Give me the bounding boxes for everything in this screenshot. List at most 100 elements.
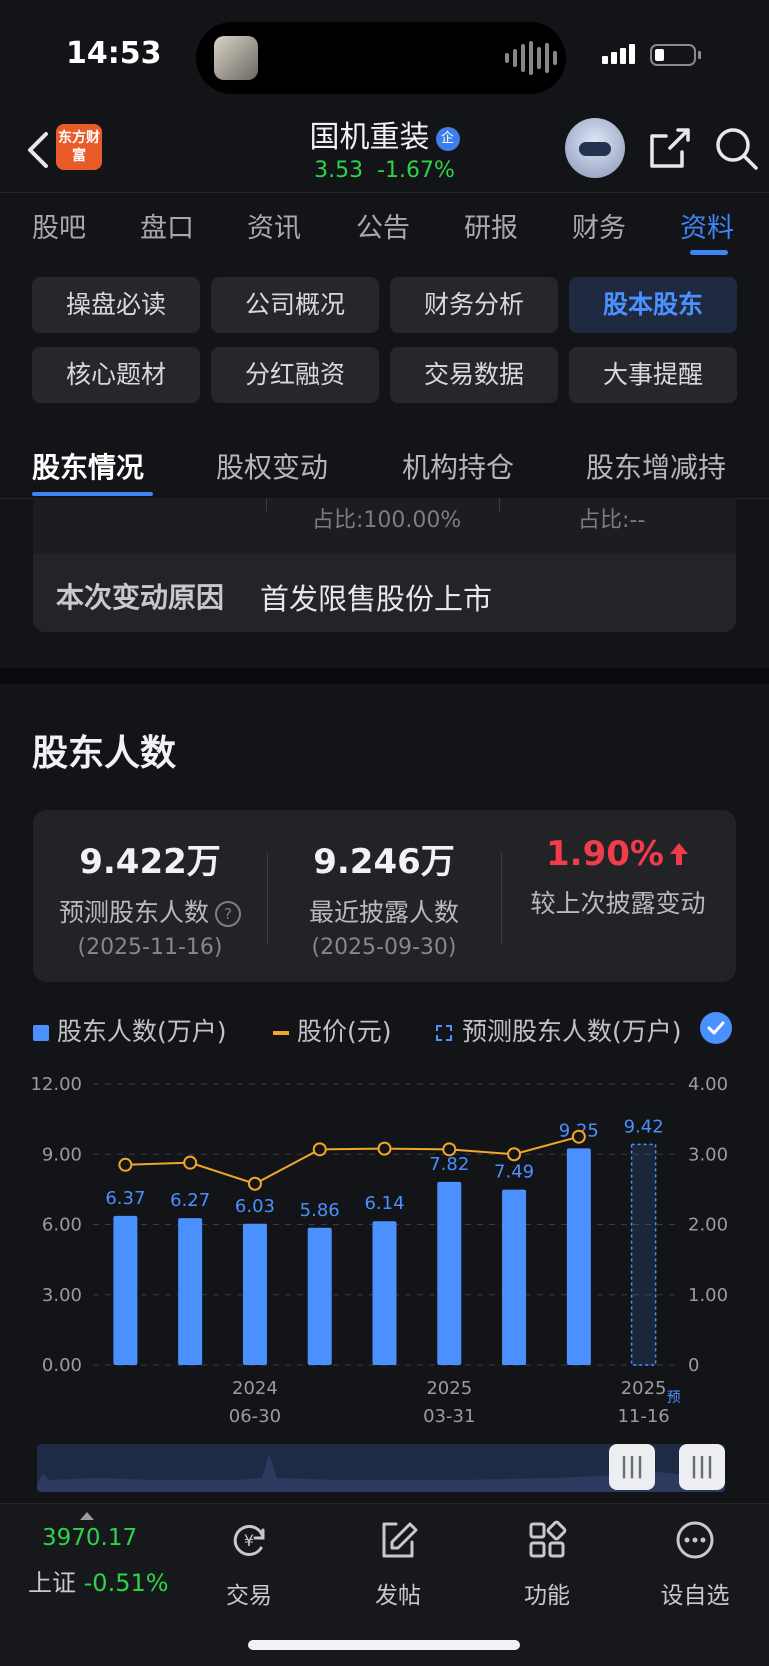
nav-functions-label: 功能 — [524, 1583, 570, 1609]
subtab-equity-changes[interactable]: 股权变动 — [216, 446, 328, 486]
legend-forecast-swatch — [436, 1025, 452, 1041]
index-value[interactable]: 3970.17 — [42, 1525, 137, 1551]
bar-value-label: 6.27 — [170, 1190, 210, 1211]
tab-pankou[interactable]: 盘口 — [140, 206, 194, 245]
share-icon[interactable] — [648, 126, 692, 170]
stock-name: 国机重装 — [309, 120, 430, 155]
index-quote[interactable]: 上证 -0.51% — [28, 1563, 169, 1598]
tab-profile[interactable]: 资料 — [680, 206, 734, 245]
battery-icon — [650, 44, 696, 66]
btn-core-themes[interactable]: 核心题材 — [32, 347, 200, 403]
subtab-shareholders[interactable]: 股东情况 — [32, 446, 144, 486]
price-point — [571, 1129, 586, 1144]
grid-apps-icon — [529, 1520, 567, 1558]
stat-latest: 9.246万 最近披露人数 (2025-09-30) — [267, 810, 501, 960]
stock-change: -1.67% — [377, 158, 455, 183]
expand-caret-icon[interactable] — [80, 1512, 94, 1520]
y-tick-right: 0 — [688, 1355, 699, 1376]
svg-text:¥: ¥ — [244, 1531, 254, 1550]
nav-trade-label: 交易 — [226, 1583, 272, 1609]
ai-assistant-icon[interactable] — [565, 118, 625, 178]
btn-dividends[interactable]: 分红融资 — [211, 347, 379, 403]
bar-value-label: 7.82 — [429, 1154, 469, 1175]
btn-financial-analysis[interactable]: 财务分析 — [390, 277, 558, 333]
shareholder-bar — [566, 1148, 591, 1365]
forecast-bar — [630, 1143, 657, 1366]
nav-watchlist[interactable]: 设自选 — [635, 1518, 755, 1610]
legend-bars[interactable]: 股东人数(万户) — [33, 1012, 227, 1048]
bar-value-label: 6.14 — [364, 1193, 404, 1214]
stat-forecast: 9.422万 预测股东人数? (2025-11-16) — [33, 810, 267, 960]
stat-label: 较上次披露变动 — [530, 889, 706, 918]
stat-change: 1.90% 较上次披露变动 — [501, 810, 735, 920]
checkmark-icon[interactable] — [700, 1012, 732, 1044]
nav-watchlist-label: 设自选 — [660, 1583, 730, 1609]
help-icon[interactable]: ? — [215, 901, 241, 927]
price-point — [118, 1157, 133, 1172]
main-tabs: 股吧 盘口 资讯 公告 研报 财务 资料 — [0, 206, 769, 262]
btn-share-capital[interactable]: 股本股东 — [569, 277, 737, 333]
stock-price: 3.53 — [314, 158, 364, 183]
y-tick-right: 4.00 — [688, 1074, 728, 1095]
home-indicator — [248, 1640, 520, 1650]
btn-trading-guide[interactable]: 操盘必读 — [32, 277, 200, 333]
change-reason-text: 首发限售股份上市 — [260, 582, 493, 616]
range-start-handle[interactable]: ||| — [609, 1444, 655, 1490]
tab-news[interactable]: 资讯 — [247, 206, 301, 245]
nav-trade[interactable]: ¥ 交易 — [189, 1518, 309, 1610]
cellular-signal-icon — [602, 44, 635, 64]
nav-post[interactable]: 发帖 — [338, 1518, 458, 1610]
btn-trading-data[interactable]: 交易数据 — [390, 347, 558, 403]
x-label-year: 2025 — [426, 1378, 472, 1399]
price-point — [377, 1141, 392, 1156]
bar-value-label: 6.03 — [235, 1196, 275, 1217]
header-divider — [0, 192, 769, 193]
stat-date: (2025-11-16) — [77, 935, 223, 960]
tab-active-indicator — [690, 250, 728, 255]
price-point — [312, 1142, 327, 1157]
legend-bars-swatch — [33, 1025, 49, 1041]
tab-guba[interactable]: 股吧 — [32, 206, 86, 245]
edit-icon — [382, 1522, 418, 1558]
x-label-date: 03-31 — [423, 1406, 475, 1427]
legend-line[interactable]: 股价(元) — [273, 1012, 392, 1048]
y-tick-left: 0.00 — [42, 1355, 82, 1376]
enterprise-badge: 企 — [435, 126, 460, 151]
y-tick-left: 9.00 — [42, 1144, 82, 1165]
tab-announcements[interactable]: 公告 — [356, 206, 410, 245]
subtab-holdings-changes[interactable]: 股东增减持 — [586, 446, 726, 486]
shareholder-bar — [113, 1215, 138, 1365]
range-end-handle[interactable]: ||| — [679, 1444, 725, 1490]
y-tick-left: 6.00 — [42, 1215, 82, 1236]
nav-functions[interactable]: 功能 — [487, 1518, 607, 1610]
btn-company-overview[interactable]: 公司概况 — [211, 277, 379, 333]
nav-post-label: 发帖 — [375, 1583, 421, 1609]
more-circle-icon — [676, 1521, 714, 1559]
shareholder-stats-card: 9.422万 预测股东人数? (2025-11-16) 9.246万 最近披露人… — [33, 810, 736, 982]
stat-value: 9.422万 — [79, 842, 221, 882]
bar-value-label: 7.49 — [494, 1162, 534, 1183]
price-point — [183, 1155, 198, 1170]
y-tick-right: 3.00 — [688, 1144, 728, 1165]
tab-research[interactable]: 研报 — [464, 206, 518, 245]
x-label-year: 2025 — [621, 1378, 667, 1399]
status-time: 14:53 — [66, 36, 162, 71]
shareholder-bar — [178, 1218, 203, 1365]
y-tick-right: 1.00 — [688, 1285, 728, 1306]
stat-label: 最近披露人数 — [308, 898, 459, 927]
subtab-institutions[interactable]: 机构持仓 — [402, 446, 514, 486]
y-tick-left: 12.00 — [30, 1074, 82, 1095]
bar-value-label: 6.37 — [105, 1188, 145, 1209]
search-icon[interactable] — [712, 124, 760, 172]
stat-label: 预测股东人数? — [33, 893, 267, 929]
legend-forecast[interactable]: 预测股东人数(万户) — [436, 1012, 682, 1048]
y-tick-left: 3.00 — [42, 1285, 82, 1306]
btn-event-reminders[interactable]: 大事提醒 — [569, 347, 737, 403]
tab-finance[interactable]: 财务 — [572, 206, 626, 245]
stat-value: 9.246万 — [313, 842, 455, 882]
section-separator — [0, 668, 769, 684]
shareholder-count-chart: 12.00 4.00 9.00 3.00 6.00 2.00 3.00 1.00 0.00 0 6.… — [30, 1074, 728, 1427]
occupy-ratio-1: 占比:100.00% — [312, 508, 462, 533]
x-label-date: 06-30 — [229, 1406, 281, 1427]
bar-value-label: 5.86 — [300, 1200, 340, 1221]
